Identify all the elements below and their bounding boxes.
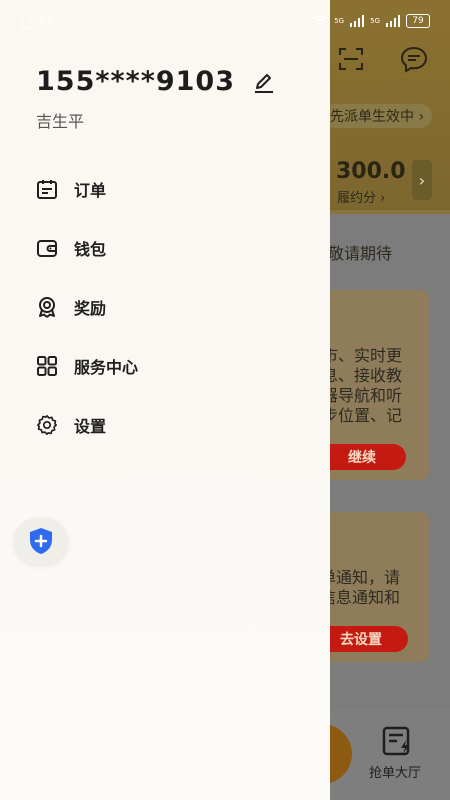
signal-icon: [350, 15, 365, 27]
signal-icon-2: [386, 15, 400, 27]
card1-line4: 步位置、记: [322, 406, 403, 425]
grab-order-tab-label[interactable]: 抢单大厅: [369, 762, 421, 781]
order-icon: [37, 180, 57, 199]
menu-item-rewards[interactable]: 奖励: [36, 292, 106, 322]
menu-label-wallet: 钱包: [74, 240, 107, 259]
grab-order-icon[interactable]: [382, 726, 414, 756]
menu-item-service-center[interactable]: 服务中心: [36, 351, 138, 381]
menu-item-settings[interactable]: 设置: [36, 410, 106, 440]
menu-label-settings: 设置: [74, 417, 107, 436]
message-icon[interactable]: [400, 45, 428, 73]
status-bar: 15:55 5G 5G 79: [0, 0, 450, 44]
scan-icon[interactable]: [338, 46, 364, 72]
status-icons: 5G 5G 79: [312, 14, 430, 28]
menu-item-orders[interactable]: 订单: [36, 174, 106, 204]
score-side-arrow[interactable]: ›: [412, 160, 432, 200]
card2-line2: 信息通知和: [320, 588, 401, 607]
edit-icon[interactable]: [252, 71, 276, 95]
user-phone: 155****9103: [36, 66, 235, 97]
safety-shield-button[interactable]: [14, 518, 68, 564]
menu-item-wallet[interactable]: 钱包: [36, 233, 106, 263]
score-value: 300.0: [336, 159, 406, 184]
dispatch-banner[interactable]: 先派单生效中 ›: [322, 104, 433, 128]
side-drawer: 155****9103 吉生平 订单 钱包 奖励 服务中心 设置: [0, 0, 330, 800]
network-type-2: 5G: [370, 17, 380, 25]
menu-label-rewards: 奖励: [74, 299, 107, 318]
status-time: 15:55: [18, 17, 56, 32]
award-icon: [39, 297, 55, 318]
settings-icon: [37, 415, 57, 435]
wifi-icon: [312, 15, 328, 27]
menu-label-orders: 订单: [74, 181, 107, 200]
service-center-icon: [37, 356, 57, 376]
score-label[interactable]: 履约分 ›: [337, 187, 385, 206]
menu-label-service-center: 服务中心: [74, 358, 139, 377]
user-name: 吉生平: [36, 112, 85, 131]
notice-text: 敬请期待: [328, 244, 393, 263]
continue-button[interactable]: 继续: [318, 444, 406, 470]
battery-icon: 79: [406, 14, 430, 28]
network-type: 5G: [334, 17, 345, 25]
shield-plus-icon: [30, 528, 52, 554]
wallet-icon: [37, 240, 57, 257]
